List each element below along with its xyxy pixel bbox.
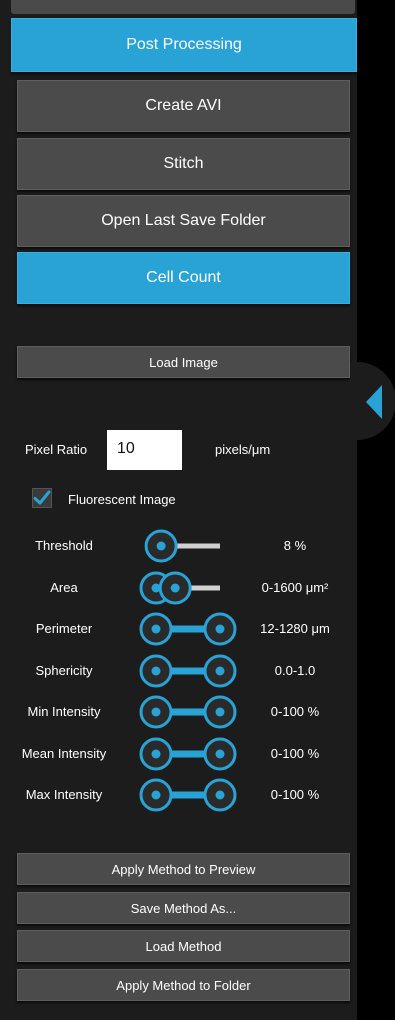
slider-row-area: Area 0-1600 μm² xyxy=(0,570,357,606)
slider-row-max-intensity: Max Intensity 0-100 % xyxy=(0,777,357,813)
chevron-left-icon xyxy=(366,385,382,419)
slider-knob-high-dot xyxy=(215,707,225,717)
apply-method-to-preview-button[interactable]: Apply Method to Preview xyxy=(17,853,350,885)
slider-knob-low-dot xyxy=(156,541,166,551)
collapse-panel-tab[interactable] xyxy=(350,362,395,440)
pixel-ratio-label: Pixel Ratio xyxy=(25,442,88,457)
slider-knob-high-dot xyxy=(215,749,225,758)
slider-row-min-intensity: Min Intensity 0-100 % xyxy=(0,694,357,730)
open-last-save-folder-button[interactable]: Open Last Save Folder xyxy=(17,195,350,247)
load-method-button[interactable]: Load Method xyxy=(17,930,350,962)
slider-knob-high-dot xyxy=(215,624,225,634)
slider-knob-high-dot xyxy=(215,666,225,675)
slider-value: 0-100 % xyxy=(270,745,320,761)
slider-knob-high-dot xyxy=(215,790,225,800)
scroll-top-stub xyxy=(11,0,355,14)
slider-label: Sphericity xyxy=(35,662,93,678)
slider-value: 0-1600 μm² xyxy=(261,579,329,595)
slider-knob-low-dot xyxy=(151,624,161,634)
slider-value: 0-100 % xyxy=(270,704,320,719)
slider-label: Max Intensity xyxy=(25,787,103,802)
slider-label: Threshold xyxy=(35,538,93,553)
cell-count-button[interactable]: Cell Count xyxy=(17,252,350,304)
slider-track[interactable] xyxy=(128,653,243,689)
slider-value: 12-1280 μm xyxy=(260,621,330,636)
slider-label: Perimeter xyxy=(35,621,93,636)
slider-track[interactable] xyxy=(128,736,243,772)
slider-value: 0.0-1.0 xyxy=(274,662,316,678)
slider-track[interactable] xyxy=(128,777,243,813)
slider-knob-high-dot xyxy=(170,583,180,592)
slider-value: 8 % xyxy=(283,538,307,553)
slider-knob-low-dot xyxy=(151,790,161,800)
create-avi-button[interactable]: Create AVI xyxy=(17,80,350,132)
stitch-button[interactable]: Stitch xyxy=(17,138,350,190)
load-image-button[interactable]: Load Image xyxy=(17,346,350,378)
slider-track[interactable] xyxy=(128,570,243,606)
slider-row-mean-intensity: Mean Intensity 0-100 % xyxy=(0,736,357,772)
save-method-as-button[interactable]: Save Method As... xyxy=(17,892,350,924)
slider-knob-low-dot xyxy=(151,749,161,758)
pixel-ratio-input[interactable] xyxy=(107,430,182,470)
slider-knob-low-dot xyxy=(151,707,161,717)
fluorescent-label: Fluorescent Image xyxy=(68,492,176,507)
post-processing-button[interactable]: Post Processing xyxy=(11,18,357,72)
slider-row-perimeter: Perimeter 12-1280 μm xyxy=(0,611,357,647)
slider-label: Area xyxy=(50,579,78,595)
slider-label: Mean Intensity xyxy=(21,745,107,761)
side-panel: Post Processing Create AVI Stitch Open L… xyxy=(0,0,357,1020)
slider-row-sphericity: Sphericity 0.0-1.0 xyxy=(0,653,357,689)
pixel-ratio-row: Pixel Ratio pixels/μm xyxy=(0,430,357,470)
slider-track[interactable] xyxy=(128,528,243,564)
slider-track[interactable] xyxy=(128,694,243,730)
slider-label: Min Intensity xyxy=(27,704,101,719)
apply-method-to-folder-button[interactable]: Apply Method to Folder xyxy=(17,969,350,1001)
slider-knob-low-dot xyxy=(151,666,161,675)
pixel-ratio-unit: pixels/μm xyxy=(215,442,271,457)
fluorescent-checkbox[interactable] xyxy=(32,488,52,508)
slider-row-threshold: Threshold 8 % xyxy=(0,528,357,564)
slider-value: 0-100 % xyxy=(270,787,320,802)
slider-track[interactable] xyxy=(128,611,243,647)
checkmark-icon xyxy=(33,490,51,505)
